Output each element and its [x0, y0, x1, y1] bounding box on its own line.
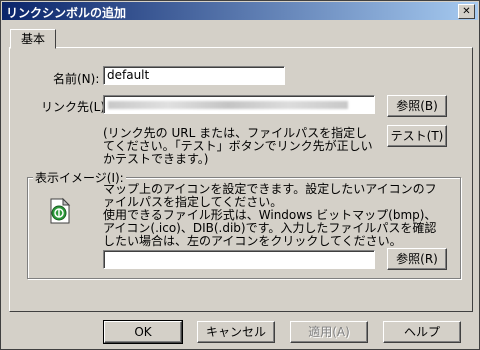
ok-button[interactable]: OK [103, 320, 183, 344]
green-document-icon[interactable] [45, 197, 75, 225]
close-button[interactable]: ✕ [458, 4, 475, 19]
dialog-window: リンクシンボルの追加 ✕ 基本 名前(N): default リンク先(L): … [0, 0, 480, 350]
link-hint-text: (リンク先の URL または、ファイルパスを指定してください。「テスト」ボタンで… [103, 126, 373, 166]
test-button[interactable]: テスト(T) [387, 125, 447, 147]
link-label: リンク先(L): [41, 100, 110, 114]
tab-basic[interactable]: 基本 [10, 29, 56, 49]
name-label: 名前(N): [53, 72, 100, 86]
image-path-field[interactable] [103, 250, 375, 269]
link-browse-button[interactable]: 参照(B) [387, 95, 447, 117]
title-bar[interactable]: リンクシンボルの追加 ✕ [2, 2, 478, 20]
help-button[interactable]: ヘルプ [383, 321, 461, 343]
display-image-desc-2: 使用できるファイル形式は、Windows ビットマップ(bmp)、アイコン(.i… [103, 208, 437, 248]
display-image-desc-1: マップ上のアイコンを設定できます。設定したいアイコンのファイルパスを指定してくだ… [103, 182, 437, 209]
redacted-link-text [108, 101, 348, 109]
link-field[interactable] [103, 95, 375, 114]
cancel-button[interactable]: キャンセル [197, 321, 275, 343]
name-field[interactable]: default [103, 66, 285, 85]
apply-button[interactable]: 適用(A) [290, 321, 368, 343]
window-title: リンクシンボルの追加 [6, 6, 127, 20]
image-browse-button[interactable]: 参照(R) [387, 248, 447, 270]
